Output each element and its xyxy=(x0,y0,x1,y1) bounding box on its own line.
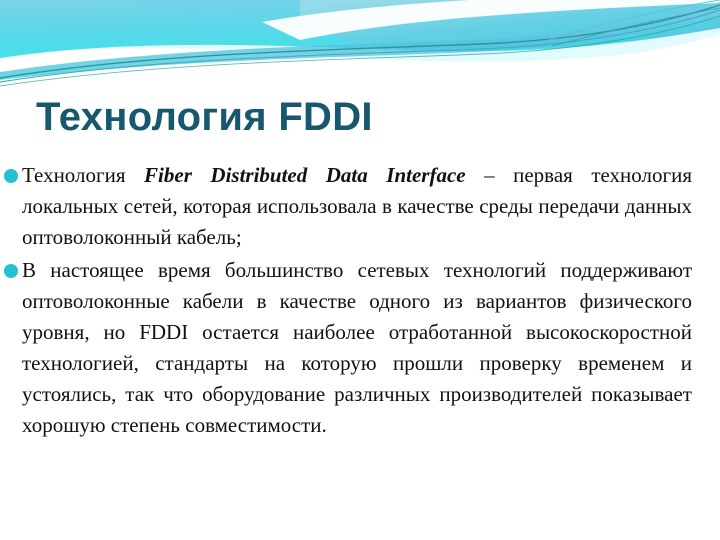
wave-white-ribbon-top xyxy=(262,0,720,40)
bullet-text: Технология Fiber Distributed Data Interf… xyxy=(22,160,692,253)
wave-blue-ribbon xyxy=(0,2,720,80)
wave-white-ribbon-mid xyxy=(0,28,720,70)
bullet-text: В настоящее время большинство сетевых те… xyxy=(22,255,692,441)
wave-teal-line-1 xyxy=(0,4,720,79)
list-item: В настоящее время большинство сетевых те… xyxy=(0,255,720,441)
bullet-dot-icon xyxy=(4,264,18,278)
bullet-lead-text: Технология xyxy=(22,163,145,187)
wave-cyan-field xyxy=(0,0,720,62)
wave-ribbon-banner xyxy=(0,0,720,95)
wave-corner-line-1 xyxy=(547,0,720,41)
wave-white-body xyxy=(0,34,720,95)
bullet-dot-icon xyxy=(4,169,18,183)
bullet-lead-text: В настоящее время большинство сетевых те… xyxy=(22,258,692,437)
list-item: Технология Fiber Distributed Data Interf… xyxy=(0,160,720,253)
presentation-slide: Технология FDDI Технология Fiber Distrib… xyxy=(0,0,720,540)
wave-corner-line-2 xyxy=(551,7,720,47)
wave-teal-line-2 xyxy=(0,9,720,83)
bullet-emphasis-text: Fiber Distributed Data Interface xyxy=(144,163,466,187)
slide-body: Технология Fiber Distributed Data Interf… xyxy=(0,160,720,441)
wave-cyan-upper xyxy=(300,0,720,51)
page-title: Технология FDDI xyxy=(36,95,373,139)
wave-teal-line-3 xyxy=(0,15,720,87)
